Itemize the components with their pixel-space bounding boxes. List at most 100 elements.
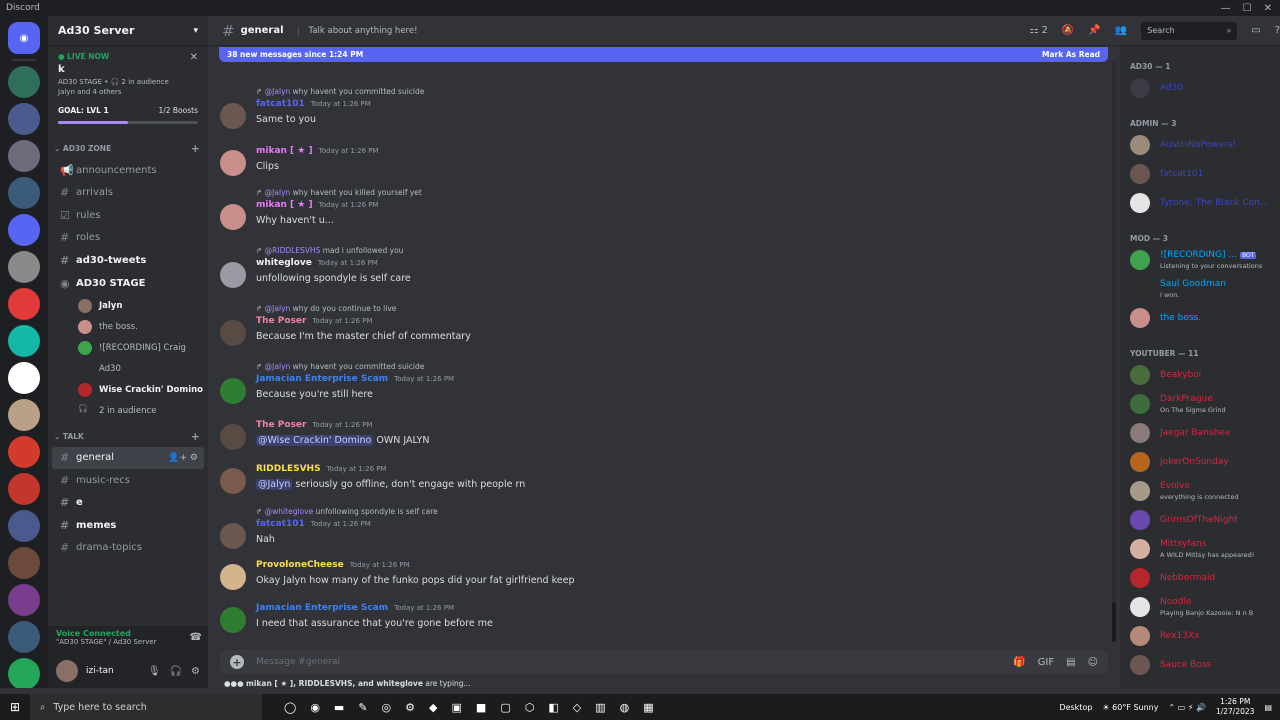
chat-message[interactable]: ↱ @Jalyn why havent you committed suicid… (208, 362, 1108, 404)
stage-audience-count[interactable]: 🎧 2 in audience (48, 401, 208, 422)
tray-icons[interactable]: ⌃ ▭ ⚡ 🔊 (1169, 703, 1206, 712)
member-item[interactable]: AustinNoPowers! (1130, 133, 1278, 157)
server-icon[interactable] (8, 288, 40, 320)
avatar[interactable] (220, 150, 246, 176)
message-author[interactable]: fatcat101 Today at 1:26 PM (256, 99, 371, 109)
reply-mention[interactable]: @Jalyn (265, 188, 291, 197)
microphone-icon[interactable]: 🎙 (148, 666, 161, 677)
close-icon[interactable]: ✕ (1264, 3, 1272, 14)
minecraft-icon[interactable]: ■ (476, 701, 486, 714)
avatar[interactable] (220, 564, 246, 590)
scrollbar-thumb[interactable] (1112, 602, 1116, 642)
chat-message[interactable]: RIDDLESVHS Today at 1:26 PM @Jalyn serious… (208, 464, 1108, 494)
app-icon[interactable]: ▣ (452, 701, 462, 714)
message-input[interactable]: Message #general (256, 657, 340, 667)
notification-bell-icon[interactable]: 🔕 (1062, 25, 1074, 36)
notifications-icon[interactable]: ▤ (1264, 703, 1272, 712)
reply-preview[interactable]: ↱ @RIDDLESVHS mad i unfollowed you (256, 246, 403, 255)
reply-mention[interactable]: @Jalyn (265, 304, 291, 313)
server-icon[interactable] (8, 584, 40, 616)
chat-scrollbar[interactable] (1112, 62, 1116, 642)
add-channel-icon[interactable]: + (191, 430, 200, 443)
chat-message[interactable]: ↱ @whiteglove unfollowing spondyle is se… (208, 507, 1108, 549)
member-item[interactable]: Mittsyfans A WILD Mittsy has appeared! (1130, 537, 1278, 561)
app-icon[interactable]: ◧ (548, 701, 558, 714)
member-item[interactable]: DarkPrague On The Sigma Grind (1130, 392, 1278, 416)
stage-channel[interactable]: ◉ AD30 STAGE (48, 272, 208, 296)
channel-e[interactable]: # e (48, 492, 208, 515)
member-item[interactable]: JokerOnSunday (1130, 450, 1278, 474)
weather-widget[interactable]: ☀ 60°F Sunny (1102, 703, 1158, 712)
discord-icon[interactable]: ◎ (382, 701, 392, 714)
avatar[interactable] (220, 103, 246, 129)
avatar[interactable] (220, 468, 246, 494)
steam-icon[interactable]: ⚙ (405, 701, 415, 714)
message-author[interactable]: Jamacian Enterprise Scam Today at 1:26 PM (256, 374, 454, 384)
message-author[interactable]: RIDDLESVHS Today at 1:26 PM (256, 464, 387, 474)
emoji-icon[interactable]: ☺ (1088, 657, 1098, 668)
server-icon[interactable] (8, 658, 40, 688)
member-item[interactable]: GrimsOfTheNight (1130, 508, 1278, 532)
disconnect-icon[interactable]: ☎ (190, 632, 202, 643)
chrome-icon[interactable]: ◉ (310, 701, 320, 714)
channel-ad30-tweets[interactable]: # ad30-tweets (48, 249, 208, 272)
member-item[interactable]: Tyrone: The Black Con... (1130, 191, 1278, 215)
member-item[interactable]: Saul Goodman I won. (1130, 277, 1278, 301)
avatar[interactable] (220, 262, 246, 288)
app-icon[interactable]: ▦ (643, 701, 653, 714)
sticker-icon[interactable]: ▤ (1066, 657, 1075, 668)
message-author[interactable]: mikan [ ★ ] Today at 1:26 PM (256, 146, 379, 156)
opera-icon[interactable]: ◯ (284, 701, 296, 714)
maximize-icon[interactable]: ☐ (1243, 3, 1252, 14)
member-item[interactable]: Evolve everything is connected (1130, 479, 1278, 503)
member-item[interactable]: Ad30 (1130, 76, 1278, 100)
chat-message[interactable]: mikan [ ★ ] Today at 1:26 PM Clips (208, 146, 1108, 176)
stage-user[interactable]: the boss. (48, 317, 208, 338)
channel-general[interactable]: # general 👤+ ⚙ (52, 446, 204, 469)
member-item[interactable]: Jaegar Banshee (1130, 421, 1278, 445)
category-ad30-zone[interactable]: ⌄ AD30 ZONE + (48, 132, 208, 159)
member-item[interactable]: ![RECORDING] ... BOT Listening to your con… (1130, 248, 1278, 272)
discord-home-icon[interactable]: ◉ (8, 22, 40, 54)
message-author[interactable]: whiteglove Today at 1:26 PM (256, 258, 378, 268)
avatar[interactable] (56, 660, 78, 682)
message-author[interactable]: ProvoloneCheese Today at 1:26 PM (256, 560, 410, 570)
stage-user[interactable]: Ad30 (48, 359, 208, 380)
chat-message[interactable]: Jamacian Enterprise Scam Today at 1:26 PM… (208, 603, 1108, 633)
windows-start-icon[interactable]: ⊞ (0, 700, 30, 714)
app-icon[interactable]: ◇ (573, 701, 581, 714)
server-icon[interactable] (8, 140, 40, 172)
user-mention[interactable]: @Jalyn (256, 479, 293, 490)
mark-as-read-button[interactable]: Mark As Read (1042, 50, 1100, 59)
message-author[interactable]: fatcat101 Today at 1:26 PM (256, 519, 371, 529)
message-author[interactable]: mikan [ ★ ] Today at 1:26 PM (256, 200, 379, 210)
reply-preview[interactable]: ↱ @whiteglove unfollowing spondyle is se… (256, 507, 438, 516)
stage-user[interactable]: Jalyn (48, 296, 208, 317)
help-icon[interactable]: ? (1275, 25, 1280, 36)
member-item[interactable]: Beakyboi (1130, 363, 1278, 387)
search-input[interactable]: Search ⌕ (1141, 21, 1238, 40)
channel-roles[interactable]: # roles (48, 227, 208, 250)
attach-plus-icon[interactable]: + (230, 655, 244, 669)
server-icon[interactable] (8, 621, 40, 653)
member-item[interactable]: Noodle Playing Banjo Kazooie: N n B (1130, 595, 1278, 619)
category-talk[interactable]: ⌄ TALK + (48, 422, 208, 447)
server-icon[interactable] (8, 251, 40, 283)
server-icon[interactable] (8, 325, 40, 357)
stage-user[interactable]: Wise Crackin' Domino (48, 380, 208, 401)
app-icon[interactable]: ▥ (595, 701, 605, 714)
server-icon[interactable] (8, 214, 40, 246)
reply-mention[interactable]: @Jalyn (265, 87, 291, 96)
stage-user[interactable]: ![RECORDING] Craig (48, 338, 208, 359)
reply-mention[interactable]: @Jalyn (265, 362, 291, 371)
server-header[interactable]: Ad30 Server ▾ (48, 16, 208, 46)
reply-mention[interactable]: @RIDDLESVHS (265, 246, 321, 255)
pin-icon[interactable]: 📌 (1088, 25, 1100, 36)
server-icon[interactable] (8, 547, 40, 579)
channel-topic[interactable]: Talk about anything here! (297, 25, 418, 36)
message-composer[interactable]: + Message #general 🎁 GIF ▤ ☺ (220, 650, 1108, 674)
avatar[interactable] (220, 320, 246, 346)
server-icon[interactable] (8, 436, 40, 468)
reply-mention[interactable]: @whiteglove (265, 507, 314, 516)
reply-preview[interactable]: ↱ @Jalyn why havent you committed suicid… (256, 87, 424, 96)
